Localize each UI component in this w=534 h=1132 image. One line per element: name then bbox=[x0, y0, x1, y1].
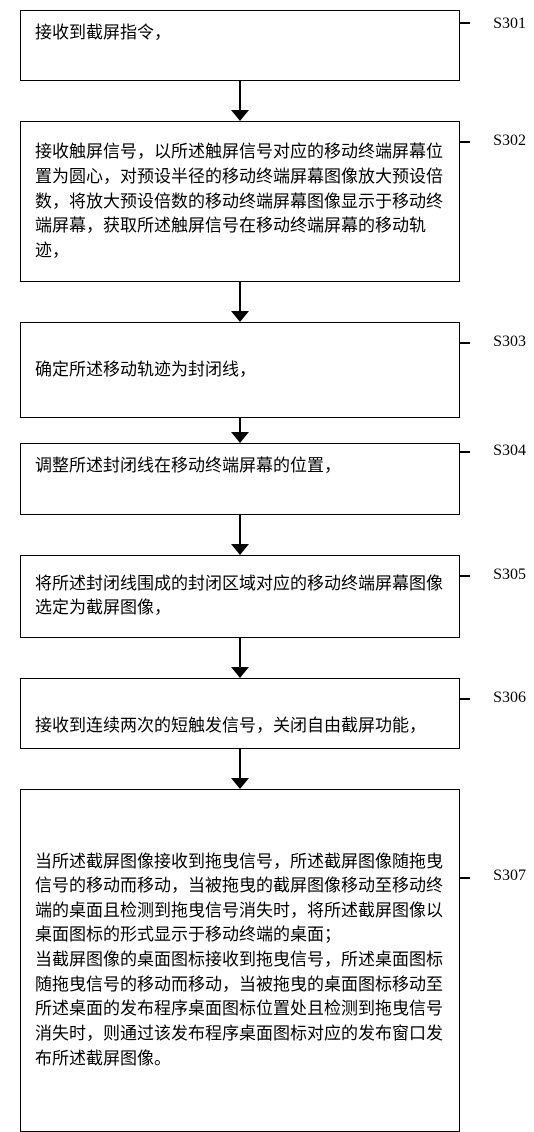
connector-tick bbox=[460, 342, 470, 344]
step-label: S303 bbox=[493, 330, 526, 353]
flowchart: 接收到截屏指令， S301 接收触屏信号，以所述触屏信号对应的移动终端屏幕位置为… bbox=[0, 0, 534, 1132]
step-label: S305 bbox=[493, 563, 526, 586]
step-label: S302 bbox=[493, 129, 526, 152]
connector-tick bbox=[460, 22, 470, 24]
arrow bbox=[0, 282, 534, 322]
arrow-head-icon bbox=[231, 778, 249, 789]
step-row: 调整所述封闭线在移动终端屏幕的位置， S304 bbox=[0, 443, 534, 514]
arrow-head-icon bbox=[231, 311, 249, 322]
step-label: S307 bbox=[493, 864, 526, 887]
step-row: 将所述封闭线围成的封闭区域对应的移动终端屏幕图像选定为截屏图像， S305 bbox=[0, 555, 534, 638]
step-box-s307: 当所述截屏图像接收到拖曳信号，所述截屏图像随拖曳信号的移动而移动，当被拖曳的截屏… bbox=[20, 789, 460, 1131]
step-row: 接收触屏信号，以所述触屏信号对应的移动终端屏幕位置为圆心，对预设半径的移动终端屏… bbox=[0, 121, 534, 282]
arrow-head-icon bbox=[231, 110, 249, 121]
arrow-head-icon bbox=[231, 544, 249, 555]
step-row: 接收到连续两次的短触发信号，关闭自由截屏功能， S306 bbox=[0, 678, 534, 749]
connector-tick bbox=[460, 141, 470, 143]
arrow bbox=[0, 418, 534, 443]
arrow bbox=[0, 638, 534, 678]
step-box-s301: 接收到截屏指令， bbox=[20, 10, 460, 81]
arrow bbox=[0, 81, 534, 121]
arrow-line bbox=[239, 81, 241, 112]
arrow-line bbox=[239, 282, 241, 313]
arrow-line bbox=[239, 749, 241, 780]
step-label: S304 bbox=[493, 439, 526, 462]
arrow-line bbox=[239, 638, 241, 669]
arrow-line bbox=[239, 515, 241, 546]
connector-tick bbox=[460, 451, 470, 453]
arrow bbox=[0, 515, 534, 555]
step-text: 将所述封闭线围成的封闭区域对应的移动终端屏幕图像选定为截屏图像， bbox=[35, 572, 445, 621]
step-text: 接收到连续两次的短触发信号，关闭自由截屏功能， bbox=[35, 714, 445, 739]
step-text: 调整所述封闭线在移动终端屏幕的位置， bbox=[35, 454, 445, 479]
step-row: 当所述截屏图像接收到拖曳信号，所述截屏图像随拖曳信号的移动而移动，当被拖曳的截屏… bbox=[0, 789, 534, 1131]
step-text: 确定所述移动轨迹为封闭线， bbox=[35, 358, 445, 383]
connector-tick bbox=[460, 877, 470, 879]
arrow bbox=[0, 749, 534, 789]
step-text: 接收到截屏指令， bbox=[35, 21, 445, 46]
step-box-s303: 确定所述移动轨迹为封闭线， bbox=[20, 322, 460, 418]
step-row: 确定所述移动轨迹为封闭线， S303 bbox=[0, 322, 534, 418]
step-text: 当所述截屏图像接收到拖曳信号，所述截屏图像随拖曳信号的移动而移动，当被拖曳的截屏… bbox=[35, 850, 445, 1072]
arrow-head-icon bbox=[231, 432, 249, 443]
step-box-s304: 调整所述封闭线在移动终端屏幕的位置， bbox=[20, 443, 460, 514]
step-row: 接收到截屏指令， S301 bbox=[0, 10, 534, 81]
connector-tick bbox=[460, 575, 470, 577]
step-text: 接收触屏信号，以所述触屏信号对应的移动终端屏幕位置为圆心，对预设半径的移动终端屏… bbox=[35, 140, 445, 263]
connector-tick bbox=[460, 698, 470, 700]
step-box-s305: 将所述封闭线围成的封闭区域对应的移动终端屏幕图像选定为截屏图像， bbox=[20, 555, 460, 638]
step-label: S306 bbox=[493, 686, 526, 709]
step-box-s302: 接收触屏信号，以所述触屏信号对应的移动终端屏幕位置为圆心，对预设半径的移动终端屏… bbox=[20, 121, 460, 282]
step-label: S301 bbox=[493, 12, 526, 35]
step-box-s306: 接收到连续两次的短触发信号，关闭自由截屏功能， bbox=[20, 678, 460, 749]
arrow-head-icon bbox=[231, 667, 249, 678]
